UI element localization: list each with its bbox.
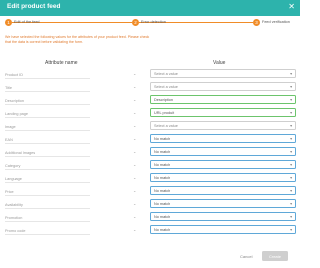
- value-select[interactable]: No match ▾: [150, 173, 296, 182]
- value-select-text: No match: [154, 150, 171, 154]
- attribute-label: Description: [5, 97, 90, 105]
- caret-down-icon: ▾: [290, 111, 292, 115]
- value-select-text: Select a value: [154, 124, 178, 128]
- chevron-down-icon: ⌄: [133, 175, 137, 180]
- value-select[interactable]: No match ▾: [150, 160, 296, 169]
- value-select-text: Select a value: [154, 85, 178, 89]
- value-select-text: Description: [154, 98, 173, 102]
- value-select-text: No match: [154, 228, 171, 232]
- attribute-column-header: Attribute name: [45, 60, 78, 66]
- mapping-row: EAN ⌄ No match ▾: [0, 134, 300, 144]
- mapping-row: Image ⌄ Select a value ▾: [0, 121, 300, 131]
- create-button[interactable]: Create: [262, 251, 288, 261]
- step-2-label: Error detection: [141, 20, 166, 24]
- caret-down-icon: ▾: [290, 137, 292, 141]
- value-select-text: No match: [154, 176, 171, 180]
- mapping-row: Language ⌄ No match ▾: [0, 173, 300, 183]
- attribute-label: Title: [5, 84, 90, 92]
- chevron-down-icon: ⌄: [133, 136, 137, 141]
- cancel-button[interactable]: Cancel: [240, 254, 252, 259]
- value-select[interactable]: No match ▾: [150, 212, 296, 221]
- dialog-header: Edit product feed ✕: [0, 0, 300, 16]
- chevron-down-icon: ⌄: [133, 227, 137, 232]
- chevron-down-icon: ⌄: [133, 188, 137, 193]
- mapping-row: Description ⌄ Description ▾: [0, 95, 300, 105]
- attribute-label: Language: [5, 175, 90, 183]
- chevron-down-icon: ⌄: [133, 97, 137, 102]
- caret-down-icon: ▾: [290, 72, 292, 76]
- attribute-label: Product ID: [5, 71, 90, 79]
- chevron-down-icon: ⌄: [133, 214, 137, 219]
- mapping-row: Category ⌄ No match ▾: [0, 160, 300, 170]
- attribute-label: Availability: [5, 201, 90, 209]
- mapping-row: Additional Images ⌄ No match ▾: [0, 147, 300, 157]
- caret-down-icon: ▾: [290, 150, 292, 154]
- caret-down-icon: ▾: [290, 228, 292, 232]
- chevron-down-icon: ⌄: [133, 123, 137, 128]
- close-icon[interactable]: ✕: [288, 2, 295, 12]
- caret-down-icon: ▾: [290, 98, 292, 102]
- mapping-row: Availability ⌄ No match ▾: [0, 199, 300, 209]
- value-select-text: No match: [154, 215, 171, 219]
- caret-down-icon: ▾: [290, 176, 292, 180]
- mapping-row: Landing page ⌄ URL produit ▾: [0, 108, 300, 118]
- attribute-label: Additional Images: [5, 149, 90, 157]
- value-column-header: Value: [213, 60, 226, 66]
- chevron-down-icon: ⌄: [133, 110, 137, 115]
- attribute-label: Image: [5, 123, 90, 131]
- attribute-label: Landing page: [5, 110, 90, 118]
- value-select[interactable]: Select a value ▾: [150, 82, 296, 91]
- caret-down-icon: ▾: [290, 85, 292, 89]
- mapping-row: Promo code ⌄ No match ▾: [0, 225, 300, 235]
- value-select[interactable]: URL produit ▾: [150, 108, 296, 117]
- chevron-down-icon: ⌄: [133, 162, 137, 167]
- value-select[interactable]: Select a value ▾: [150, 121, 296, 130]
- attribute-label: Promo code: [5, 227, 90, 235]
- caret-down-icon: ▾: [290, 163, 292, 167]
- mapping-row: Promotion ⌄ No match ▾: [0, 212, 300, 222]
- value-select[interactable]: No match ▾: [150, 225, 296, 234]
- chevron-down-icon: ⌄: [133, 71, 137, 76]
- chevron-down-icon: ⌄: [133, 84, 137, 89]
- value-select[interactable]: No match ▾: [150, 147, 296, 156]
- step-2-dot: 2: [132, 19, 139, 26]
- dialog-title: Edit product feed: [7, 3, 61, 10]
- value-select[interactable]: No match ▾: [150, 134, 296, 143]
- mapping-row: Price ⌄ No match ▾: [0, 186, 300, 196]
- attribute-label: Category: [5, 162, 90, 170]
- value-select[interactable]: Select a value ▾: [150, 69, 296, 78]
- step-1-dot: 1: [5, 19, 12, 26]
- value-select-text: No match: [154, 163, 171, 167]
- value-select-text: Select a value: [154, 72, 178, 76]
- notice-text: We have selected the following values fo…: [5, 35, 150, 44]
- chevron-down-icon: ⌄: [133, 149, 137, 154]
- value-select-text: No match: [154, 202, 171, 206]
- value-select-text: No match: [154, 189, 171, 193]
- value-select[interactable]: No match ▾: [150, 199, 296, 208]
- caret-down-icon: ▾: [290, 202, 292, 206]
- step-3-label: Feed verification: [262, 20, 290, 24]
- caret-down-icon: ▾: [290, 215, 292, 219]
- attribute-label: EAN: [5, 136, 90, 144]
- value-select[interactable]: No match ▾: [150, 186, 296, 195]
- step-3-dot: 3: [253, 19, 260, 26]
- mapping-row: Title ⌄ Select a value ▾: [0, 82, 300, 92]
- value-select-text: No match: [154, 137, 171, 141]
- mapping-row: Product ID ⌄ Select a value ▾: [0, 69, 300, 79]
- caret-down-icon: ▾: [290, 124, 292, 128]
- step-1-label: Edit of the feed: [14, 20, 40, 24]
- value-select[interactable]: Description ▾: [150, 95, 296, 104]
- attribute-label: Price: [5, 188, 90, 196]
- value-select-text: URL produit: [154, 111, 175, 115]
- progress-stepper: 1 Edit of the feed 2 Error detection 3 F…: [0, 19, 300, 27]
- chevron-down-icon: ⌄: [133, 201, 137, 206]
- caret-down-icon: ▾: [290, 189, 292, 193]
- attribute-label: Promotion: [5, 214, 90, 222]
